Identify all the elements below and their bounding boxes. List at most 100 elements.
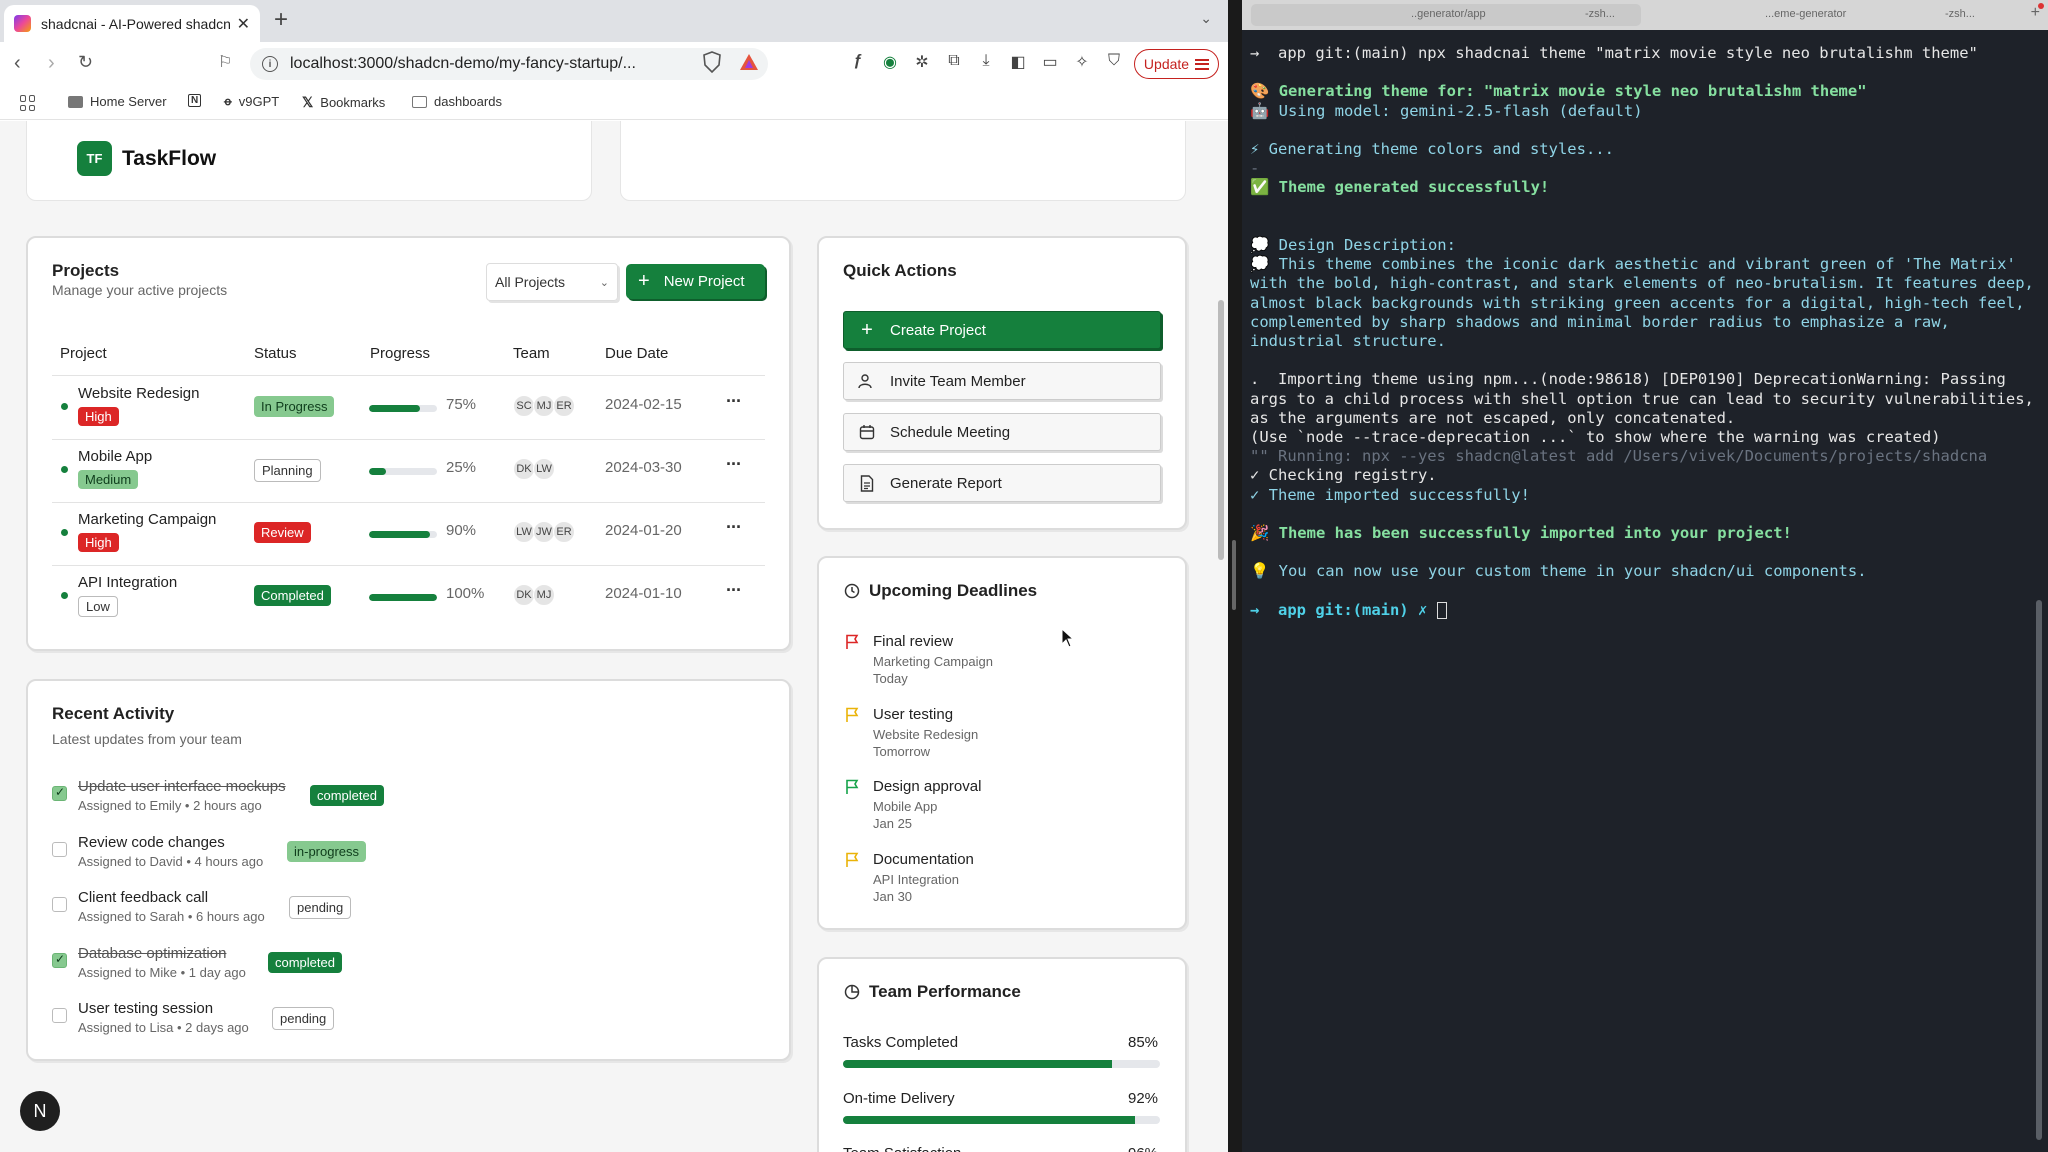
more-actions-icon[interactable]: ··· <box>726 580 742 601</box>
task-checkbox[interactable] <box>52 841 67 857</box>
clock-icon <box>844 583 860 599</box>
tab-search-chevron-icon[interactable]: ⌄ <box>1200 10 1212 27</box>
invite-team-member-button[interactable]: Invite Team Member <box>843 362 1161 400</box>
address-bar[interactable]: i localhost:3000/shadcn-demo/my-fancy-st… <box>250 48 768 80</box>
favicon-icon <box>14 15 31 32</box>
bookmark-icon[interactable]: ⚐ <box>218 52 232 72</box>
create-project-button[interactable]: + Create Project <box>843 311 1161 349</box>
avatar[interactable]: ER <box>553 521 575 543</box>
team-avatars: SC MJ ER <box>513 395 575 417</box>
avatar[interactable]: LW <box>533 458 555 480</box>
task-checkbox[interactable] <box>52 897 67 912</box>
metric-value: 92% <box>1128 1089 1159 1107</box>
bookmark-bookmarks[interactable]: 𝕏 Bookmarks <box>302 94 385 111</box>
nextjs-devtools-button[interactable]: N <box>20 1091 60 1131</box>
metric-value: 85% <box>1128 1034 1159 1051</box>
avatar[interactable]: MJ <box>533 395 555 417</box>
project-name[interactable]: Marketing Campaign <box>78 511 216 528</box>
terminal-tab-2[interactable]: ...eme-generator -zsh... <box>1645 4 2025 26</box>
terminal-output[interactable]: → app git:(main) npx shadcnai theme "mat… <box>1250 44 2040 620</box>
brave-shield-icon[interactable] <box>702 51 722 73</box>
metric-bar-fill <box>843 1115 1135 1124</box>
terminal-tab-label: -zsh... <box>1585 8 1615 20</box>
team-performance-title: Team Performance <box>869 982 1021 1001</box>
terminal-tab-1[interactable]: ..generator/app -zsh... <box>1251 4 1641 26</box>
avatar[interactable]: SC <box>513 395 535 417</box>
divider-grip[interactable] <box>1232 540 1236 610</box>
terminal-line: 🎨 Generating theme for: "matrix movie st… <box>1250 82 1867 101</box>
reload-button[interactable]: ↻ <box>78 52 93 73</box>
project-name[interactable]: Mobile App <box>78 448 152 465</box>
vpn-shield-icon[interactable]: ⛉ <box>1104 52 1124 72</box>
bookmark-v9gpt[interactable]: ꝋ v9GPT <box>224 94 279 109</box>
bookmark-notion[interactable]: N <box>188 94 202 107</box>
task-checkbox[interactable] <box>52 1008 67 1023</box>
recent-activity-title: Recent Activity <box>52 704 175 723</box>
wallet-icon[interactable]: ▭ <box>1040 52 1060 72</box>
new-tab-button[interactable]: + <box>274 6 288 34</box>
terminal-line: ✅ Theme generated successfully! <box>1250 178 1550 197</box>
bug-icon[interactable]: ✲ <box>912 52 932 72</box>
back-button[interactable]: ‹ <box>14 52 21 75</box>
app-logo[interactable]: TF TaskFlow <box>77 141 216 176</box>
projects-subtitle: Manage your active projects <box>52 282 228 298</box>
schedule-meeting-button[interactable]: Schedule Meeting <box>843 413 1161 451</box>
openai-icon: ꝋ <box>224 96 232 108</box>
chevron-down-icon: ⌄ <box>599 276 609 289</box>
generate-report-button[interactable]: Generate Report <box>843 464 1161 502</box>
site-info-icon[interactable]: i <box>262 56 278 72</box>
status-badge: In Progress <box>254 396 335 417</box>
page-scrollbar[interactable] <box>1218 300 1224 560</box>
avatar[interactable]: ER <box>553 395 575 417</box>
action-label: Create Project <box>890 321 986 339</box>
bookmark-dashboards[interactable]: dashboards <box>412 94 502 109</box>
project-name[interactable]: API Integration <box>78 574 177 591</box>
terminal-line: ⚡ Generating theme colors and styles... <box>1250 140 1614 159</box>
sidebar-icon[interactable]: ◧ <box>1008 52 1028 72</box>
terminal-line: (Use `node --trace-deprecation ...` to s… <box>1250 428 1941 447</box>
browser-tab[interactable]: shadcnai - AI-Powered shadcn ✕ <box>4 5 260 42</box>
terminal-scrollbar[interactable] <box>2036 600 2042 1140</box>
forward-button[interactable]: › <box>48 52 55 75</box>
priority-badge: High <box>78 533 119 552</box>
avatar[interactable]: MJ <box>533 584 555 606</box>
task-status-badge: pending <box>272 1007 335 1030</box>
new-project-button[interactable]: + New Project <box>626 264 765 299</box>
more-actions-icon[interactable]: ··· <box>726 454 742 475</box>
project-name[interactable]: Website Redesign <box>78 385 199 402</box>
update-button[interactable]: Update <box>1134 49 1219 79</box>
more-actions-icon[interactable]: ··· <box>726 517 742 538</box>
terminal-prompt-line[interactable]: → app git:(main) ✗ <box>1250 601 2040 620</box>
project-filter-select[interactable]: All Projects ⌄ <box>486 263 618 301</box>
col-header-status: Status <box>254 345 297 362</box>
due-date: 2024-03-30 <box>605 459 682 476</box>
puzzle-icon[interactable]: ⧉ <box>944 52 964 72</box>
grammarly-icon[interactable]: ◉ <box>880 52 900 72</box>
folder-icon <box>412 95 427 108</box>
extension-f-icon[interactable]: ƒ <box>848 52 868 72</box>
status-badge: Planning <box>254 459 321 482</box>
avatar[interactable]: DK <box>513 584 535 606</box>
progress-percent: 25% <box>446 459 477 476</box>
upcoming-deadlines-title: Upcoming Deadlines <box>869 581 1038 600</box>
col-header-progress: Progress <box>370 345 431 362</box>
chart-pie-icon <box>844 984 860 1000</box>
task-checkbox[interactable] <box>52 952 67 968</box>
divider <box>52 439 765 440</box>
avatar[interactable]: LW <box>513 521 535 543</box>
bookmark-home-server[interactable]: Home Server <box>68 94 167 109</box>
terminal-line: 🎉 Theme has been successfully imported i… <box>1250 524 1792 543</box>
apps-grid-icon[interactable] <box>20 95 36 111</box>
leo-ai-icon[interactable]: ✧ <box>1072 52 1092 72</box>
col-header-project: Project <box>60 345 107 362</box>
download-icon[interactable]: ⤓ <box>976 52 996 72</box>
brave-rewards-icon[interactable] <box>738 52 760 72</box>
close-tab-icon[interactable]: ✕ <box>237 14 250 34</box>
more-actions-icon[interactable]: ··· <box>726 391 742 412</box>
task-checkbox[interactable] <box>52 785 67 801</box>
pane-divider[interactable] <box>1228 0 1242 1152</box>
due-date: 2024-01-10 <box>605 585 682 602</box>
deadline-date: Jan 30 <box>873 888 913 904</box>
avatar[interactable]: JW <box>533 521 555 543</box>
avatar[interactable]: DK <box>513 458 535 480</box>
